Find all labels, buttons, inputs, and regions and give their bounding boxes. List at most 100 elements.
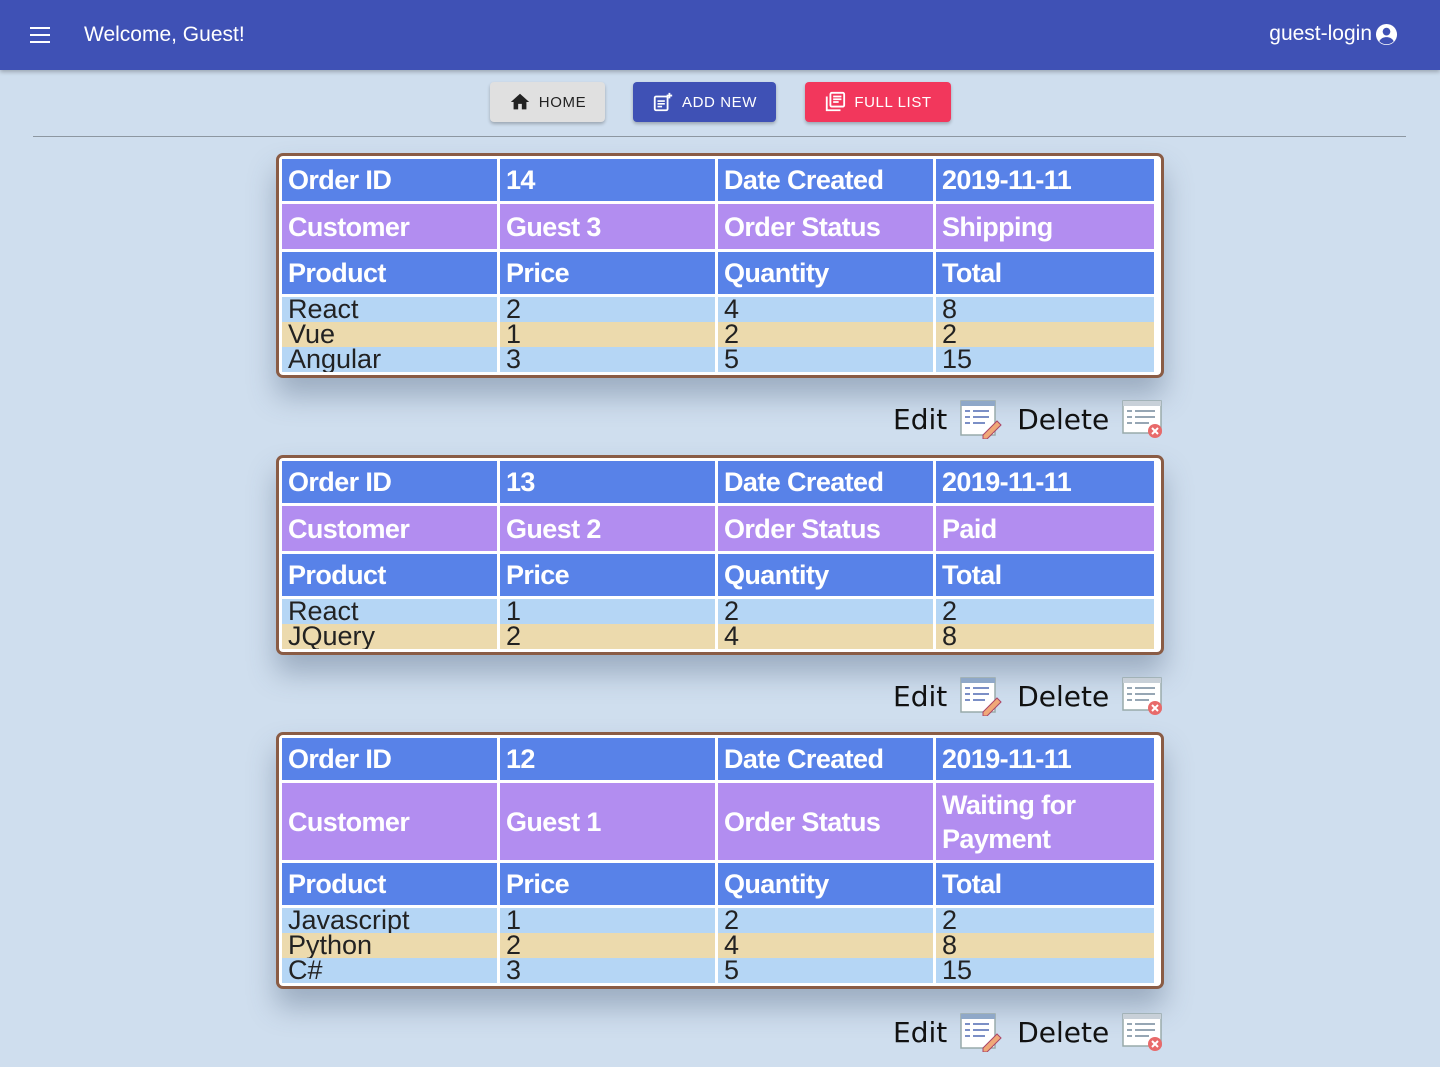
price-cell: 1 [500, 599, 718, 624]
order-status-value: Waiting for Payment [936, 783, 1154, 863]
account-circle-icon [1375, 23, 1398, 45]
order-table: Order ID 12 Date Created 2019-11-11 Cust… [282, 738, 1154, 983]
product-cell: Python [282, 933, 500, 958]
table-row: C# 3 5 15 [282, 958, 1154, 983]
edit-link[interactable]: Edit [893, 680, 947, 713]
table-row: JQuery 2 4 8 [282, 624, 1154, 649]
price-cell: 2 [500, 933, 718, 958]
order-id-label: Order ID [282, 738, 500, 783]
table-row: React 2 4 8 [282, 297, 1154, 322]
quantity-cell: 4 [718, 624, 936, 649]
price-header: Price [500, 863, 718, 908]
quantity-cell: 5 [718, 347, 936, 372]
date-created-label: Date Created [718, 159, 936, 204]
add-note-icon [653, 92, 673, 112]
customer-value: Guest 3 [500, 204, 718, 252]
order-id-value: 13 [500, 461, 718, 506]
order-actions: Edit Delete [893, 397, 1179, 441]
product-header: Product [282, 554, 500, 599]
customer-row: Customer Guest 1 Order Status Waiting fo… [282, 783, 1154, 863]
total-cell: 8 [936, 933, 1154, 958]
price-cell: 2 [500, 624, 718, 649]
total-header: Total [936, 554, 1154, 599]
order-status-value: Paid [936, 506, 1154, 554]
delete-icon[interactable] [1121, 1012, 1165, 1052]
product-cell: React [282, 599, 500, 624]
date-created-label: Date Created [718, 738, 936, 783]
date-created-value: 2019-11-11 [936, 461, 1154, 506]
order-card: Order ID 14 Date Created 2019-11-11 Cust… [276, 153, 1164, 378]
table-row: Javascript 1 2 2 [282, 908, 1154, 933]
quantity-cell: 2 [718, 908, 936, 933]
nav-buttons: HOME ADD NEW FULL LIST [0, 82, 1440, 122]
product-header: Product [282, 252, 500, 297]
order-actions: Edit Delete [893, 674, 1179, 718]
menu-icon[interactable] [30, 27, 50, 43]
product-header-row: Product Price Quantity Total [282, 252, 1154, 297]
order-id-row: Order ID 12 Date Created 2019-11-11 [282, 738, 1154, 783]
order-id-value: 14 [500, 159, 718, 204]
table-row: Angular 3 5 15 [282, 347, 1154, 372]
order-actions: Edit Delete [893, 1010, 1179, 1054]
edit-icon[interactable] [959, 676, 1003, 716]
edit-icon[interactable] [959, 399, 1003, 439]
total-header: Total [936, 863, 1154, 908]
customer-label: Customer [282, 783, 500, 863]
app-bar: Welcome, Guest! guest-login [0, 0, 1440, 70]
customer-value: Guest 1 [500, 783, 718, 863]
order-id-label: Order ID [282, 159, 500, 204]
date-created-value: 2019-11-11 [936, 738, 1154, 783]
welcome-text: Welcome, Guest! [84, 23, 245, 46]
home-label: HOME [538, 93, 587, 111]
quantity-cell: 4 [718, 297, 936, 322]
library-books-icon [826, 91, 846, 112]
total-cell: 8 [936, 624, 1154, 649]
product-cell: Angular [282, 347, 500, 372]
add-new-button[interactable]: ADD NEW [633, 82, 776, 122]
quantity-cell: 4 [718, 933, 936, 958]
customer-value: Guest 2 [500, 506, 718, 554]
quantity-header: Quantity [718, 252, 936, 297]
total-cell: 2 [936, 322, 1154, 347]
price-cell: 3 [500, 347, 718, 372]
total-cell: 15 [936, 347, 1154, 372]
delete-icon[interactable] [1121, 676, 1165, 716]
price-header: Price [500, 554, 718, 599]
edit-link[interactable]: Edit [893, 1016, 947, 1049]
date-created-label: Date Created [718, 461, 936, 506]
add-new-label: ADD NEW [681, 93, 758, 111]
home-icon [510, 93, 529, 110]
order-table: Order ID 14 Date Created 2019-11-11 Cust… [282, 159, 1154, 372]
quantity-cell: 5 [718, 958, 936, 983]
home-button[interactable]: HOME [490, 82, 605, 122]
customer-row: Customer Guest 3 Order Status Shipping [282, 204, 1154, 252]
login-button[interactable]: guest-login [1269, 22, 1398, 46]
order-id-label: Order ID [282, 461, 500, 506]
delete-link[interactable]: Delete [1017, 1016, 1109, 1049]
quantity-header: Quantity [718, 863, 936, 908]
total-cell: 15 [936, 958, 1154, 983]
order-status-label: Order Status [718, 204, 936, 252]
delete-icon[interactable] [1121, 399, 1165, 439]
product-cell: Javascript [282, 908, 500, 933]
delete-link[interactable]: Delete [1017, 403, 1109, 436]
total-cell: 2 [936, 908, 1154, 933]
product-cell: C# [282, 958, 500, 983]
product-cell: Vue [282, 322, 500, 347]
product-cell: JQuery [282, 624, 500, 649]
order-status-label: Order Status [718, 506, 936, 554]
full-list-button[interactable]: FULL LIST [805, 82, 951, 122]
login-label: guest-login [1269, 22, 1372, 45]
table-row: Python 2 4 8 [282, 933, 1154, 958]
edit-link[interactable]: Edit [893, 403, 947, 436]
customer-label: Customer [282, 204, 500, 252]
price-cell: 3 [500, 958, 718, 983]
price-cell: 1 [500, 322, 718, 347]
order-id-value: 12 [500, 738, 718, 783]
product-header-row: Product Price Quantity Total [282, 554, 1154, 599]
order-table: Order ID 13 Date Created 2019-11-11 Cust… [282, 461, 1154, 649]
delete-link[interactable]: Delete [1017, 680, 1109, 713]
order-card: Order ID 13 Date Created 2019-11-11 Cust… [276, 455, 1164, 655]
edit-icon[interactable] [959, 1012, 1003, 1052]
quantity-cell: 2 [718, 322, 936, 347]
